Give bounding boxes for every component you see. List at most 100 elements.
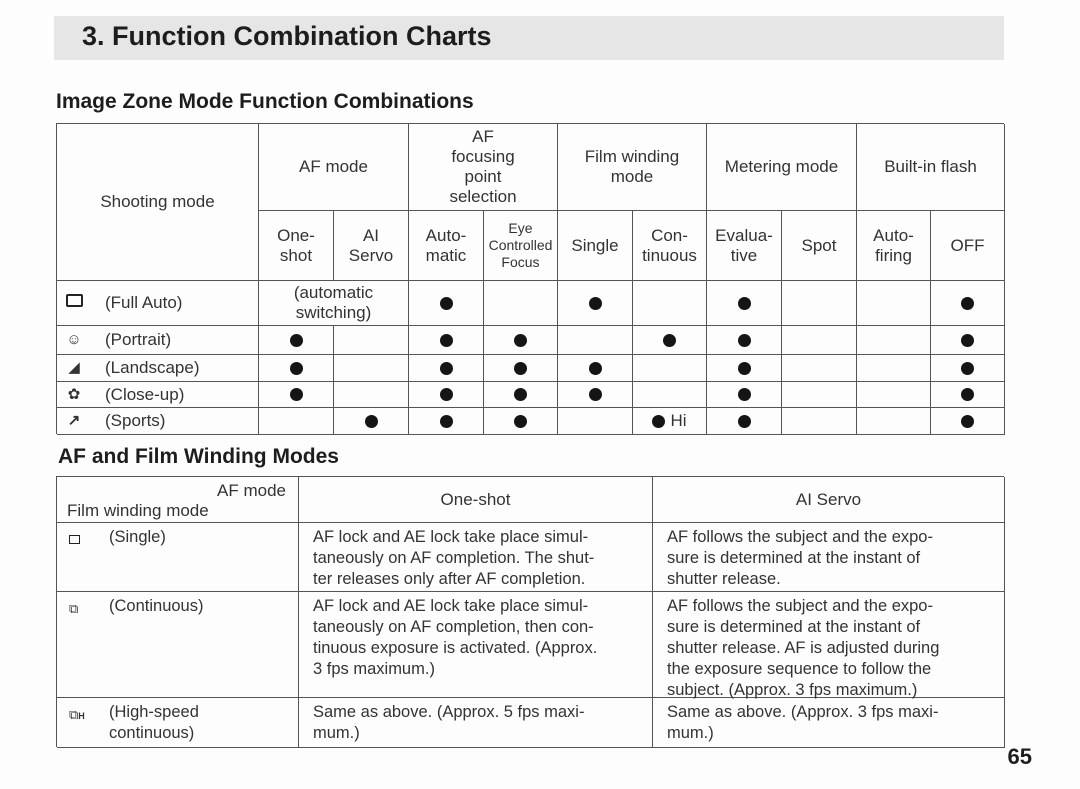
mark-cell bbox=[782, 355, 857, 382]
mark-cell bbox=[259, 326, 334, 355]
ai-servo-text-line: mum.) bbox=[667, 724, 714, 742]
subheader-text-line: OFF bbox=[950, 235, 985, 255]
winding-icon-wrap: ⧉ bbox=[69, 596, 109, 619]
mark-cell bbox=[707, 326, 782, 355]
subheader-text-line: Single bbox=[571, 235, 619, 255]
one-shot-text: AF lock and AE lock take place simul-tan… bbox=[313, 527, 594, 590]
mark-cell bbox=[782, 408, 857, 435]
check-dot bbox=[588, 296, 602, 310]
check-dot bbox=[439, 296, 453, 310]
ai-servo-text-line: the exposure sequence to follow the bbox=[667, 660, 932, 678]
auto-switching-cell: (automatic switching) bbox=[259, 281, 409, 326]
mark-cell bbox=[334, 326, 409, 355]
ai-servo-text-line: AF follows the subject and the expo- bbox=[667, 597, 933, 615]
metering-header: Metering mode bbox=[707, 124, 857, 211]
corner-header: AF mode Film winding mode bbox=[57, 477, 299, 523]
mark-cell bbox=[857, 355, 931, 382]
one-shot-text: AF lock and AE lock take place simul-tan… bbox=[313, 596, 597, 680]
ai-servo-text: AF follows the subject and the expo-sure… bbox=[667, 596, 939, 701]
landscape-icon: ◢ bbox=[68, 359, 80, 376]
mark-cell bbox=[931, 408, 1005, 435]
subheader-1: AI Servo bbox=[334, 211, 409, 281]
check-dot bbox=[737, 361, 751, 375]
winding-icon-wrap bbox=[69, 527, 109, 550]
check-dot bbox=[439, 414, 453, 428]
check-dot bbox=[439, 361, 453, 375]
one-shot-text: Same as above. (Approx. 5 fps maxi-mum.) bbox=[313, 702, 584, 744]
check-dot bbox=[289, 361, 303, 375]
one-shot-description: Same as above. (Approx. 5 fps maxi-mum.) bbox=[299, 698, 653, 748]
subheader-text: OFF bbox=[951, 236, 985, 256]
close-up-icon: ✿ bbox=[67, 385, 81, 403]
subheader-text: Spot bbox=[802, 236, 837, 256]
mark-cell bbox=[558, 382, 633, 408]
subheader-text-line: matic bbox=[425, 245, 467, 265]
page-title: 3. Function Combination Charts bbox=[82, 21, 492, 51]
subheader-text: One-shot bbox=[277, 226, 315, 266]
image-zone-heading: Image Zone Mode Function Combinations bbox=[56, 90, 474, 113]
subheader-text: Auto-firing bbox=[873, 226, 914, 266]
mark-cell bbox=[484, 355, 558, 382]
mark-cell bbox=[484, 408, 558, 435]
mark-cell: Hi bbox=[633, 408, 707, 435]
mark-cell bbox=[484, 281, 558, 326]
subheader-2: Auto-matic bbox=[409, 211, 484, 281]
mark-cell bbox=[857, 281, 931, 326]
ai-servo-text: AF follows the subject and the expo-sure… bbox=[667, 527, 933, 590]
ai-servo-text-line: AF follows the subject and the expo- bbox=[667, 528, 933, 546]
mark-cell bbox=[409, 382, 484, 408]
check-dot bbox=[961, 296, 974, 310]
subheader-text: Con-tinuous bbox=[642, 226, 697, 266]
metering-header-text: Metering mode bbox=[725, 157, 838, 177]
ai-servo-description: AF follows the subject and the expo-sure… bbox=[653, 523, 1005, 592]
ai-servo-text: Same as above. (Approx. 3 fps maxi-mum.) bbox=[667, 702, 938, 744]
check-dot bbox=[514, 333, 527, 347]
af-point-header-text-line: point bbox=[464, 167, 502, 186]
subheader-text-line: firing bbox=[875, 245, 912, 265]
check-dot bbox=[737, 333, 751, 347]
mark-cell bbox=[931, 326, 1005, 355]
subheader-9: OFF bbox=[931, 211, 1005, 281]
mark-cell bbox=[782, 326, 857, 355]
check-dot bbox=[652, 414, 666, 428]
af-mode-header: AF mode bbox=[259, 124, 409, 211]
one-shot-text-line: ter releases only after AF completion. bbox=[313, 570, 586, 588]
one-shot-text-line: tinuous exposure is activated. (Approx. bbox=[313, 639, 598, 657]
mark-cell bbox=[558, 408, 633, 435]
film-winding-header: Film winding mode bbox=[558, 124, 707, 211]
high-speed-label: Hi bbox=[670, 411, 687, 430]
check-dot bbox=[961, 361, 974, 375]
af-point-header-text-line: AF bbox=[472, 127, 494, 146]
check-dot bbox=[364, 414, 378, 428]
subheader-text-line: shot bbox=[279, 245, 313, 265]
subheader-3: Eye Controlled Focus bbox=[484, 211, 558, 281]
metering-header-text-line: Metering mode bbox=[724, 157, 839, 176]
check-dot bbox=[514, 361, 527, 375]
one-shot-text-line: AF lock and AE lock take place simul- bbox=[313, 597, 589, 615]
mark-cell bbox=[633, 281, 707, 326]
mark-cell bbox=[558, 326, 633, 355]
winding-label-line: (Single) bbox=[109, 528, 166, 546]
mode-icon-wrap: ☺ bbox=[57, 330, 91, 350]
winding-label: (Continuous) bbox=[109, 596, 203, 617]
winding-label: (Single) bbox=[109, 527, 166, 548]
check-dot bbox=[588, 388, 602, 401]
flash-header-text: Built-in flash bbox=[884, 157, 977, 177]
ai-servo-text-line: Same as above. (Approx. 3 fps maxi- bbox=[667, 703, 939, 721]
winding-label-line: (High-speed bbox=[109, 703, 199, 721]
subheader-text-line: Spot bbox=[801, 235, 837, 255]
ai-servo-text-line: shutter release. bbox=[667, 570, 781, 588]
winding-row-label: ⧉ (Continuous) bbox=[57, 592, 299, 698]
mark-cell bbox=[259, 408, 334, 435]
shooting-mode-header: Shooting mode bbox=[57, 124, 259, 281]
mode-icon-wrap: ↗ bbox=[57, 411, 91, 431]
one-shot-text-line: taneously on AF completion, then con- bbox=[313, 618, 594, 636]
mark-cell bbox=[931, 281, 1005, 326]
mark-cell bbox=[633, 382, 707, 408]
mark-cell bbox=[334, 355, 409, 382]
mode-icon-wrap bbox=[57, 293, 91, 313]
mode-label: (Close-up) bbox=[105, 384, 185, 404]
subheader-text-line: Eye bbox=[508, 220, 533, 236]
winding-row-label: (Single) bbox=[57, 523, 299, 592]
corner-af-mode: AF mode bbox=[217, 481, 286, 500]
